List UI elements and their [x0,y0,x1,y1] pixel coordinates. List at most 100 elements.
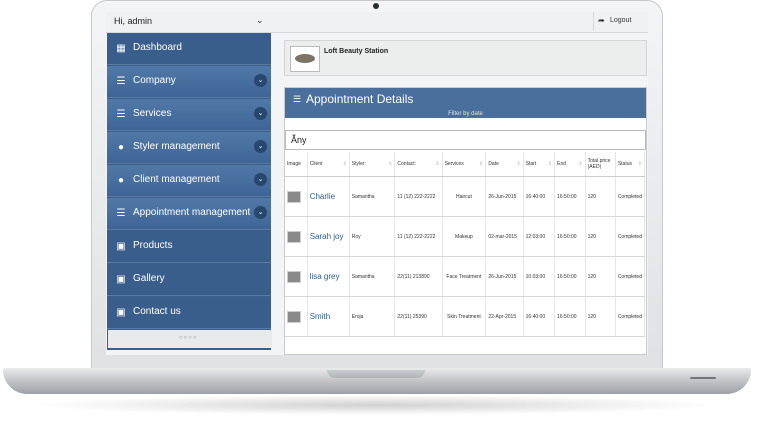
row-image-cell [285,296,308,337]
column-header[interactable]: Start ⇕ [523,152,556,177]
sidebar-item-client-management[interactable]: ● Client management ⌄ [107,165,271,197]
greeting-text: Hi, admin [114,16,153,26]
date-cell: 26-Jun-2015 [485,256,524,297]
client-cell[interactable]: lisa grey [307,256,350,297]
column-header: Image [285,152,308,177]
client-cell[interactable]: Charlie [307,176,350,217]
image-icon: ▣ [116,307,126,318]
chevron-down-icon: ⌄ [256,15,264,25]
status-cell: Completed [615,256,646,297]
logout-button[interactable]: ➦ Logout [593,12,642,31]
client-thumbnail [287,230,301,243]
laptop-notch [327,370,425,378]
status-cell: Completed [615,176,646,217]
image-icon: ▣ [116,241,126,252]
sidebar-item-label: Dashboard [133,42,182,53]
company-logo [290,46,320,72]
client-thumbnail [287,310,301,323]
sidebar-item-dashboard[interactable]: ▦ Dashboard [107,33,271,65]
column-header[interactable]: Date ⇕ [485,152,524,177]
column-header[interactable]: Contact: ⇕ [394,152,443,177]
sidebar-item-styler-management[interactable]: ● Styler management ⌄ [107,132,271,164]
client-cell[interactable]: Sarah joy [307,216,350,257]
service-cell: Skin Treatment [442,296,487,337]
appointments-table: Image Client ⇕ Styler: ⇕ Contact: ⇕ Service… [285,152,646,337]
date-filter-select[interactable]: Any ▼ [285,130,646,150]
client-thumbnail [287,190,301,203]
sidebar-item-label: Contact us [133,306,181,317]
table-row[interactable]: Sarah joy Roy 11 (12) 222-2222 Makeup 02-mar… [285,216,646,257]
webcam [373,3,379,9]
sidebar-item-label: Appointment management [133,207,251,218]
list-icon: ☰ [116,208,126,219]
date-cell: 22-Apr-2015 [485,296,524,337]
sidebar-item-label: Company [133,75,176,86]
grid-icon: ▦ [116,43,126,54]
user-menu[interactable]: Hi, admin ⌄ [106,12,271,32]
sidebar-item-company[interactable]: ☰ Company ⌄ [107,66,271,98]
pager-dots-icon[interactable]: ○○○○ [179,335,198,341]
styler-cell: Samantha [349,176,396,217]
top-bar: Hi, admin ⌄ ➦ Logout [106,12,648,33]
list-icon: ☰ [293,94,302,104]
client-thumbnail [287,270,301,283]
filter-label: Filter by date [285,110,646,118]
table-header-row: Image Client ⇕ Styler: ⇕ Contact: ⇕ Service… [285,152,646,177]
chevron-down-icon[interactable]: ⌄ [254,74,267,87]
sidebar-item-services[interactable]: ☰ Services ⌄ [107,99,271,131]
sidebar-item-label: Client management [133,174,220,185]
table-row[interactable]: lisa grey Samantha 22(11) 213890 Face Treat… [285,256,646,297]
row-image-cell [285,216,308,257]
company-name: Loft Beauty Station [324,48,389,55]
column-header[interactable]: Total price (AED) [585,152,616,177]
sidebar-item-contact-us[interactable]: ▣ Contact us [107,297,271,329]
list-icon: ☰ [116,109,126,120]
column-header[interactable]: Services ⇕ [442,152,487,177]
status-cell: Completed [615,216,646,257]
sidebar-item-products[interactable]: ▣ Products [107,231,271,263]
start-cell: 16:40:00 [523,296,556,337]
end-cell: 16:50:00 [554,256,586,297]
panel-title: Appointment Details [306,92,414,106]
column-header[interactable]: End ⇕ [554,152,586,177]
price-cell: 120 [585,216,616,257]
sidebar-item-label: Gallery [133,273,165,284]
list-icon: ☰ [116,76,126,87]
contact-cell: 22(11) 25390 [394,296,443,337]
chevron-down-icon[interactable]: ⌄ [254,140,267,153]
column-header[interactable]: Styler: ⇕ [349,152,396,177]
laptop-shadow [30,395,720,415]
table-row[interactable]: Smith Eroja 22(11) 25390 Skin Treatment 22-A… [285,296,646,337]
panel-header: ☰ Appointment Details [285,88,646,110]
styler-cell: Samantha [349,256,396,297]
user-icon: ● [117,175,125,186]
chevron-down-icon[interactable]: ⌄ [254,206,267,219]
chevron-down-icon[interactable]: ⌄ [254,107,267,120]
status-cell: Completed [615,296,646,337]
chevron-down-icon[interactable]: ⌄ [254,173,267,186]
service-cell: Face Treatment [442,256,487,297]
contact-cell: 11 (12) 222-2222 [394,176,443,217]
user-icon: ● [117,142,125,153]
end-cell: 16:50:00 [554,296,586,337]
column-header[interactable]: Status ⇕ [615,152,646,177]
client-cell[interactable]: Smith [307,296,350,337]
price-cell: 120 [585,176,616,217]
service-cell: Makeup [442,216,487,257]
row-image-cell [285,256,308,297]
sidebar-item-label: Styler management [133,141,220,152]
sidebar-footer: ○○○○ [108,330,272,348]
sidebar-item-label: Services [133,108,172,119]
table-row[interactable]: Charlie Samantha 11 (12) 222-2222 Haircut 26… [285,176,646,217]
price-cell: 120 [585,256,616,297]
share-arrow-icon: ➦ [598,16,605,25]
start-cell: 10:03:00 [523,256,556,297]
sidebar-item-appointment-management[interactable]: ☰ Appointment management ⌄ [107,198,271,230]
laptop-led [690,377,716,379]
column-header[interactable]: Client ⇕ [307,152,350,177]
date-cell: 26-Jun-2015 [485,176,524,217]
sidebar: ▦ Dashboard ☰ Company ⌄ ☰ Services ⌄ ● S… [107,33,272,350]
sidebar-item-gallery[interactable]: ▣ Gallery [107,264,271,296]
start-cell: 16:40:00 [523,176,556,217]
contact-cell: 22(11) 213890 [394,256,443,297]
